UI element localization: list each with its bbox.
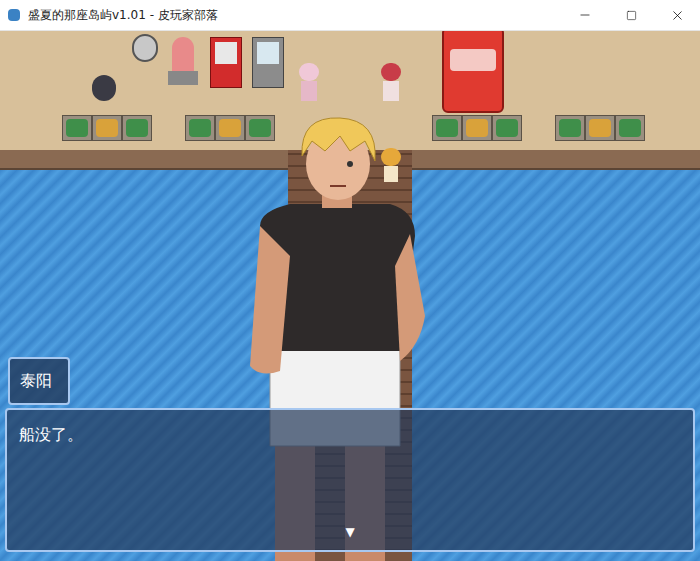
trash-bag [92,75,116,101]
robot-statue [132,34,158,62]
speaker-name-box: 泰阳 [8,357,70,405]
game-canvas: 泰阳船没了。 ▼ [0,31,700,561]
app-icon [8,9,20,21]
red-vending-machine [210,37,242,88]
gray-vending-machine [252,37,284,88]
red-truck [442,31,504,113]
maximize-button[interactable] [608,0,654,30]
npc-girl-red [380,63,402,101]
close-icon [670,8,685,23]
game-window: 盛夏的那座岛屿v1.01 - 皮玩家部落泰阳船没了。 ▼ [0,0,700,561]
title-bar: 盛夏的那座岛屿v1.01 - 皮玩家部落 [0,0,700,31]
maximize-icon [626,10,637,21]
bunny-statue [168,37,198,87]
npc-girl-pink [298,63,320,101]
flower-planter [432,115,522,141]
window-title: 盛夏的那座岛屿v1.01 - 皮玩家部落 [28,6,562,24]
dialog-box[interactable]: 船没了。 ▼ [5,408,695,552]
flower-planter [185,115,275,141]
dialog-text: 船没了。 [19,422,681,448]
speaker-name: 泰阳 [20,369,52,393]
flower-planter [555,115,645,141]
continue-marker: ▼ [345,526,354,538]
close-button[interactable] [654,0,700,30]
minimize-icon [578,8,592,22]
flower-planter [62,115,152,141]
minimize-button[interactable] [562,0,608,30]
npc-girl-blonde [380,148,402,184]
